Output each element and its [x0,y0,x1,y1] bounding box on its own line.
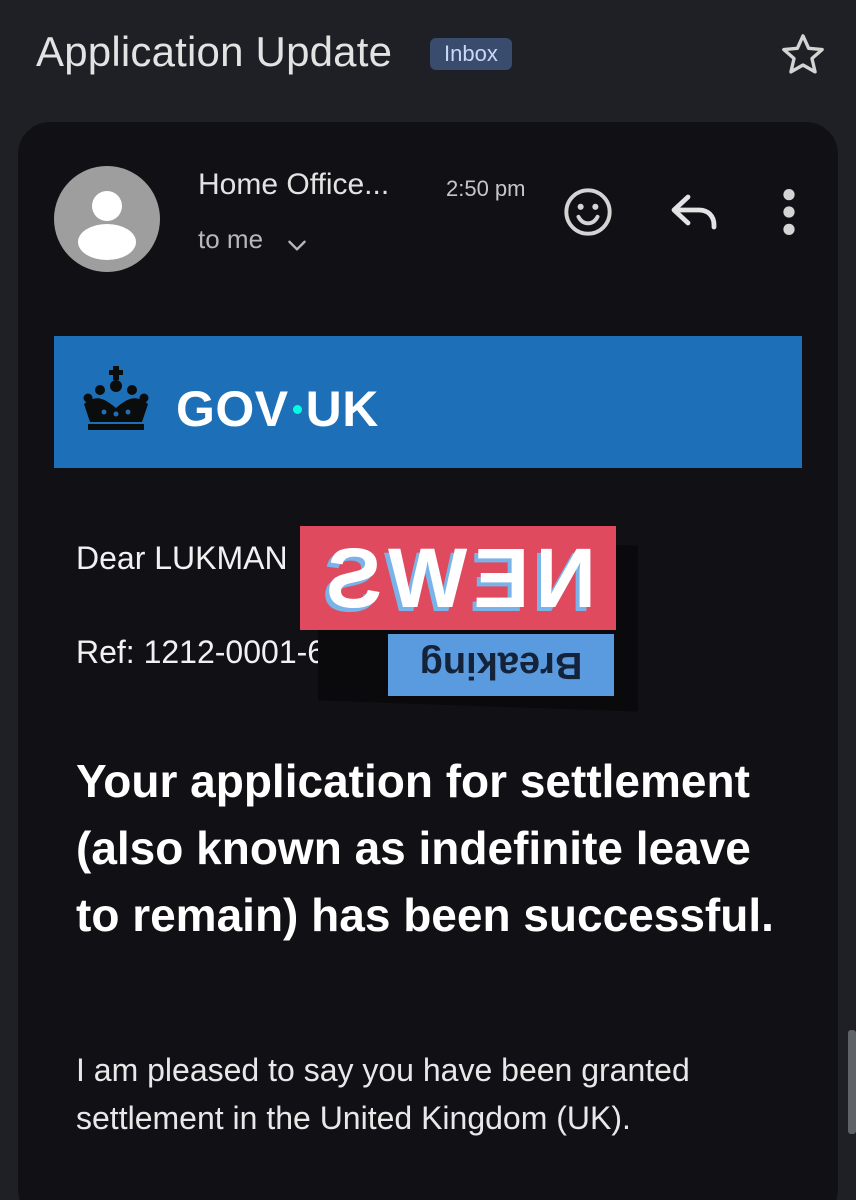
avatar-icon [78,191,136,260]
gov-logo-dot [292,405,302,415]
email-view: Application Update Inbox Home Office... … [0,0,856,1200]
more-vert-icon[interactable] [770,186,808,238]
gov-uk-logo: GOV UK [176,380,379,438]
headline: Your application for settlement (also kn… [76,755,774,941]
email-subject: Application Update [36,28,393,75]
salutation: Dear LUKMAN [76,540,288,576]
gov-logo-left: GOV [176,381,289,437]
inbox-label-badge[interactable]: Inbox [430,38,512,70]
breaking-sticker-text: Breaking [419,644,583,686]
message-time: 2:50 pm [446,176,526,201]
scrollbar[interactable] [848,1030,856,1134]
sender-name[interactable]: Home Office... [198,168,389,202]
news-sticker-text: NEWS [320,531,596,625]
star-icon[interactable] [778,30,828,80]
subject-row: Application Update Inbox [0,0,856,110]
reply-icon[interactable] [668,186,724,236]
gov-uk-banner[interactable]: GOV UK [54,336,802,468]
chevron-down-icon[interactable] [284,232,310,258]
sender-avatar[interactable] [54,166,160,272]
gov-logo-right: UK [305,381,379,437]
emoji-icon[interactable] [562,186,614,238]
body-paragraph: I am pleased to say you have been grante… [76,1052,690,1136]
crown-icon [83,366,149,430]
recipient-label[interactable]: to me [198,224,263,255]
